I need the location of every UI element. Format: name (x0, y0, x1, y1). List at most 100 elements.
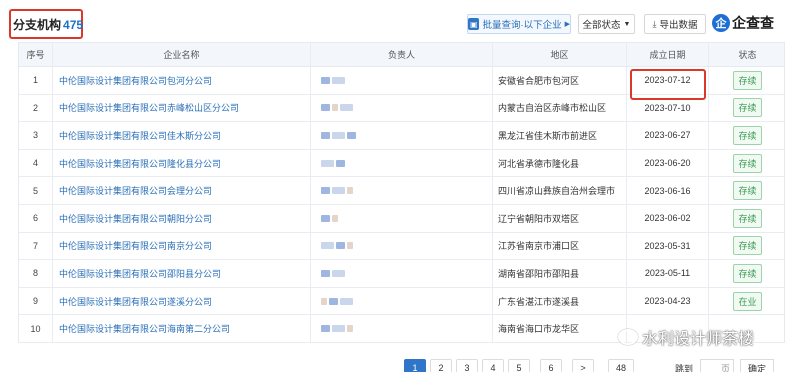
redaction-block (332, 104, 338, 112)
redaction-block (340, 297, 353, 305)
region: 海南省海口市龙华区 (493, 315, 627, 342)
redaction-block (332, 131, 345, 139)
redaction-block (332, 214, 338, 222)
redaction-block (340, 104, 353, 112)
established-date: 2023-05-11 (627, 260, 709, 287)
page-button-last[interactable]: 48 (608, 359, 634, 372)
row-number: 9 (19, 287, 53, 315)
established-date: 2023-06-02 (627, 204, 709, 232)
qichacha-logo: 企 企查查 (712, 11, 774, 35)
row-number: 3 (19, 122, 53, 149)
table-body: 1 中伦国际设计集团有限公司包河分公司 安徽省合肥市包河区 2023-07-12 存续 2… (18, 67, 785, 343)
column-header-region: 地区 (493, 43, 627, 66)
region: 湖南省邵阳市邵阳县 (493, 260, 627, 287)
company-name-link[interactable]: 中伦国际设计集团有限公司佳木斯分公司 (53, 122, 311, 149)
person-in-charge-redacted (311, 149, 493, 177)
export-data-button[interactable]: ⤓ 导出数据 (644, 14, 706, 34)
wechat-icon (618, 329, 638, 345)
status-badge: 存续 (733, 236, 762, 256)
redaction-block (321, 325, 330, 333)
established-date: 2023-05-31 (627, 232, 709, 260)
page-button-next[interactable]: > (572, 359, 594, 372)
page-button-6[interactable]: 6 (540, 359, 562, 372)
redaction-block (347, 242, 353, 250)
person-in-charge-redacted (311, 67, 493, 94)
row-number: 6 (19, 204, 53, 232)
redaction-block (321, 104, 330, 112)
status-cell: 存续 (709, 233, 786, 260)
logo-mark: 企 (712, 14, 730, 32)
redaction-block (336, 159, 345, 167)
redaction-block (347, 187, 353, 195)
row-number: 1 (19, 67, 53, 94)
jump-page-input[interactable]: 页 (700, 359, 734, 372)
company-name-link[interactable]: 中伦国际设计集团有限公司邵阳县分公司 (53, 260, 311, 287)
watermark: 水利设计师茶楼 (618, 325, 754, 349)
table-row: 8 中伦国际设计集团有限公司邵阳县分公司 湖南省邵阳市邵阳县 2023-05-11 存续 (18, 260, 785, 288)
column-header-no: 序号 (19, 43, 53, 66)
company-name-link[interactable]: 中伦国际设计集团有限公司包河分公司 (53, 67, 311, 94)
section-title: 分支机构 475 (13, 16, 83, 33)
jump-confirm-button[interactable]: 确定 (740, 359, 774, 372)
row-number: 8 (19, 260, 53, 287)
redaction-block (321, 159, 334, 167)
redaction-block (336, 242, 345, 250)
company-name-link[interactable]: 中伦国际设计集团有限公司遂溪分公司 (53, 287, 311, 315)
status-badge: 在业 (733, 291, 762, 311)
status-badge: 存续 (733, 208, 762, 228)
company-name-link[interactable]: 中伦国际设计集团有限公司会理分公司 (53, 177, 311, 204)
person-in-charge-redacted (311, 177, 493, 204)
table-row: 7 中伦国际设计集团有限公司南京分公司 江苏省南京市浦口区 2023-05-31 存续 (18, 232, 786, 261)
column-header-name: 企业名称 (53, 43, 311, 66)
company-name-link[interactable]: 中伦国际设计集团有限公司海南第二分公司 (53, 315, 311, 342)
redaction-block (321, 297, 327, 305)
redaction-block (329, 297, 338, 305)
status-cell: 存续 (709, 150, 786, 177)
row-number: 5 (19, 177, 53, 204)
region: 江苏省南京市浦口区 (493, 232, 627, 260)
redaction-block (332, 325, 345, 333)
page-button-5[interactable]: 5 (508, 359, 530, 372)
company-name-link[interactable]: 中伦国际设计集团有限公司隆化县分公司 (53, 149, 311, 177)
jump-to-label: 跳到 (675, 364, 694, 372)
redaction-block (347, 131, 356, 139)
status-cell: 存续 (709, 122, 786, 149)
row-number: 7 (19, 232, 53, 260)
company-name-link[interactable]: 中伦国际设计集团有限公司南京分公司 (53, 232, 311, 260)
person-in-charge-redacted (311, 260, 493, 287)
status-filter-dropdown[interactable]: 全部状态 ▼ (578, 14, 635, 34)
status-cell: 在业 (709, 288, 786, 315)
page-button-4[interactable]: 4 (482, 359, 504, 372)
redaction-block (321, 187, 330, 195)
highlight-box-date (630, 69, 706, 100)
page-button-3[interactable]: 3 (456, 359, 478, 372)
column-header-date: 成立日期 (627, 43, 709, 66)
company-name-link[interactable]: 中伦国际设计集团有限公司赤峰松山区分公司 (53, 94, 311, 122)
company-name-link[interactable]: 中伦国际设计集团有限公司朝阳分公司 (53, 204, 311, 232)
redaction-block (332, 269, 345, 277)
row-number: 2 (19, 94, 53, 122)
region: 河北省承德市隆化县 (493, 149, 627, 177)
person-in-charge-redacted (311, 122, 493, 149)
region: 黑龙江省佳木斯市前进区 (493, 122, 627, 149)
branch-count: 475 (63, 18, 84, 32)
status-cell: 存续 (709, 95, 786, 122)
table-row: 3 中伦国际设计集团有限公司佳木斯分公司 黑龙江省佳木斯市前进区 2023-06-27… (18, 122, 785, 150)
status-cell: 存续 (709, 260, 786, 287)
export-label: 导出数据 (659, 20, 698, 31)
region: 广东省湛江市遂溪县 (493, 287, 627, 315)
pagination: 1 2 3 4 5 6 > 48 跳到 页 确定 (0, 359, 800, 372)
status-badge: 存续 (733, 70, 762, 90)
redaction-block (332, 76, 345, 84)
batch-query-button[interactable]: ▣ 批量查询·以下企业 ▶ (467, 14, 571, 34)
batch-query-icon: ▣ (468, 18, 480, 30)
redaction-block (321, 131, 330, 139)
established-date: 2023-04-23 (627, 287, 709, 315)
redaction-block (321, 214, 330, 222)
page-unit-label: 页 (720, 363, 730, 372)
page-button-1[interactable]: 1 (404, 359, 426, 372)
caret-down-icon: ▼ (623, 20, 631, 28)
page-button-2[interactable]: 2 (430, 359, 452, 372)
person-in-charge-redacted (311, 315, 493, 342)
table-header-row: 序号 企业名称 负责人 地区 成立日期 状态 (18, 42, 785, 67)
